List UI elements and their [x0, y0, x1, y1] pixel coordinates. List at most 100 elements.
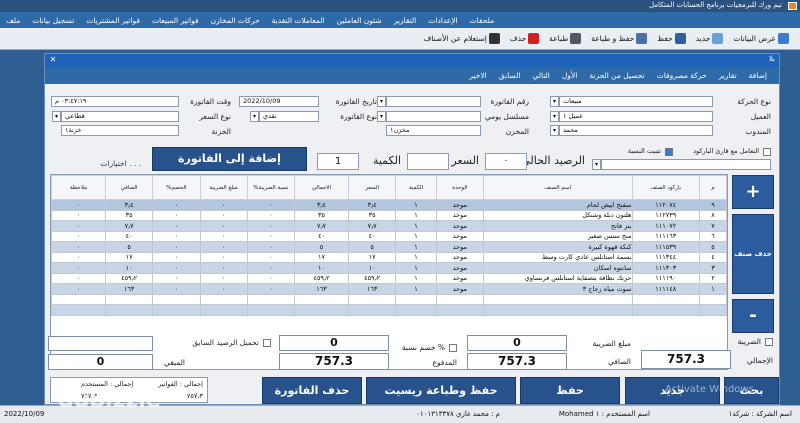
table-cell[interactable]: ٠ [51, 272, 106, 284]
table-cell[interactable]: ٣٥ [104, 209, 154, 221]
table-cell[interactable]: ١٠ [104, 262, 154, 274]
table-cell[interactable]: ٠ [152, 283, 201, 295]
table-cell[interactable] [483, 304, 633, 316]
table-row[interactable]: ٥ ١١١٥٣٩ كنكة قهوة كبيرة موحد ١ ٥ ٥ ٠ ٠ ٠ ٥ ٠ [51, 241, 727, 253]
prev-balance-checkbox[interactable] [263, 339, 271, 347]
table-cell[interactable]: ٠ [246, 209, 296, 221]
table-row[interactable]: ٩ ١١٢٠٧٤ سفنج ابيض لحام موحد ١ ٣٫٤ ٣٫٤ ٠ ٠ ٠ ٣٫٤ ٠ [51, 199, 727, 211]
table-cell[interactable]: ٣٥ [294, 209, 349, 221]
daily-serial-field[interactable] [386, 111, 481, 122]
table-cell[interactable] [51, 293, 106, 305]
table-cell[interactable] [104, 304, 154, 316]
table-cell[interactable]: ٠ [246, 262, 296, 274]
store-field[interactable]: مخزن١ [386, 125, 481, 136]
table-cell[interactable]: ٧٫٧ [294, 220, 349, 232]
rep-dropdown[interactable]: ▾ [550, 125, 559, 136]
menu-item-6[interactable]: شئون العاملين [331, 16, 388, 25]
table-cell[interactable] [347, 304, 397, 316]
table-cell[interactable]: ٠ [152, 272, 201, 284]
table-cell[interactable]: ٥ [699, 241, 727, 253]
close-icon[interactable]: ✕ [48, 55, 58, 65]
table-cell[interactable]: بسمة استانلس عادي كارت وسط [483, 251, 633, 263]
table-cell[interactable]: ٠ [51, 230, 106, 242]
table-cell[interactable]: ٣٫٤ [347, 199, 397, 211]
table-cell[interactable] [199, 304, 248, 316]
table-cell[interactable]: ٤٠ [347, 230, 397, 242]
table-cell[interactable]: حرنك نظافة بتصفاية استانلس فرنساوي [483, 272, 633, 284]
table-cell[interactable]: ٠ [246, 199, 296, 211]
add-to-invoice-button[interactable]: إضافة إلى الفاتورة [152, 147, 307, 171]
table-cell[interactable]: ١٧ [347, 251, 397, 263]
table-cell[interactable]: ٩ [699, 199, 727, 211]
table-cell[interactable]: ١١١٣٤٤ [631, 251, 700, 263]
table-row[interactable]: ٨ ١١٢٧٣٩ هلتون دبلة وشنكل موحد ١ ٣٥ ٣٥ ٠ ٠ ٠ ٣٥ ٠ [51, 209, 727, 221]
table-cell[interactable]: ٤٠ [104, 230, 154, 242]
table-cell[interactable]: سانتوه اسكان [483, 262, 633, 274]
table-cell[interactable]: ٠ [199, 283, 248, 295]
table-cell[interactable]: ٣٫٤ [104, 199, 154, 211]
table-cell[interactable]: ١٧ [104, 251, 154, 263]
table-cell[interactable]: موحد [435, 209, 485, 221]
table-cell[interactable]: كنكة قهوة كبيرة [483, 241, 633, 253]
table-cell[interactable]: ٠ [199, 230, 248, 242]
table-cell[interactable]: ٣ [699, 262, 727, 274]
table-cell[interactable]: ٠ [199, 262, 248, 274]
table-row[interactable]: ٤ ١١١٣٤٤ بسمة استانلس عادي كارت وسط موحد ١ ١٧… [51, 251, 727, 263]
table-cell[interactable]: منج سنس صغير [483, 230, 633, 242]
invoice-no-field[interactable] [386, 96, 481, 107]
table-cell[interactable] [631, 293, 700, 305]
table-cell[interactable]: ١١١٥٣٩ [631, 241, 700, 253]
menu-item-5[interactable]: المعاملات النقدية [266, 16, 331, 25]
invoice-time-field[interactable]: ٠٣:٤٧:١٩ م [51, 96, 179, 107]
treasury-field[interactable]: خزنة١ [61, 125, 179, 136]
menu-item-9[interactable]: ملحقات [464, 16, 500, 25]
table-cell[interactable] [246, 304, 296, 316]
table-cell[interactable]: ١ [395, 199, 437, 211]
invoice-type-field[interactable]: نقدي [259, 111, 319, 122]
table-cell[interactable] [395, 293, 437, 305]
table-cell[interactable]: موحد [435, 220, 485, 232]
table-cell[interactable]: ١ [395, 251, 437, 263]
table-cell[interactable]: ٠ [51, 262, 106, 274]
table-cell[interactable]: ٤٥٩٫٢ [347, 272, 397, 284]
table-cell[interactable]: ٥ [104, 241, 154, 253]
item-search-field[interactable] [601, 159, 771, 170]
table-cell[interactable]: ٠ [152, 220, 201, 232]
table-cell[interactable]: ٧٫٧ [104, 220, 154, 232]
table-cell[interactable]: ١١١١٦٣ [631, 230, 700, 242]
table-cell[interactable]: ٨ [699, 209, 727, 221]
table-cell[interactable]: ٠ [199, 209, 248, 221]
price-type-field[interactable]: قطاعي [61, 111, 179, 122]
table-cell[interactable]: ٠ [152, 230, 201, 242]
tab-0[interactable]: إضافة [743, 71, 773, 80]
table-cell[interactable]: ٠ [51, 283, 106, 295]
table-cell[interactable]: ١٧ [294, 251, 349, 263]
table-cell[interactable]: ٥ [347, 241, 397, 253]
table-cell[interactable]: ٠ [51, 199, 106, 211]
table-cell[interactable]: ١٦٣ [104, 283, 154, 295]
table-cell[interactable]: ٠ [152, 241, 201, 253]
paid-value[interactable]: 757.3 [279, 353, 389, 370]
table-cell[interactable]: ٠ [152, 262, 201, 274]
table-cell[interactable]: ١١٢٧٣٩ [631, 209, 700, 221]
table-cell[interactable]: ٠ [152, 209, 201, 221]
table-cell[interactable]: ٠ [152, 251, 201, 263]
toolbar-print-button[interactable]: طباعة [544, 33, 586, 44]
table-cell[interactable] [347, 293, 397, 305]
table-cell[interactable]: بنز فاتح [483, 220, 633, 232]
menu-item-2[interactable]: فواتير المشتريات [80, 16, 146, 25]
table-cell[interactable]: ١ [395, 241, 437, 253]
table-cell[interactable] [483, 293, 633, 305]
table-row[interactable] [51, 304, 727, 316]
table-cell[interactable]: ٣٥ [347, 209, 397, 221]
menu-item-8[interactable]: الإعدادات [422, 16, 463, 25]
table-cell[interactable]: موحد [435, 251, 485, 263]
table-cell[interactable] [435, 293, 485, 305]
movement-type-dropdown[interactable]: ▾ [550, 96, 559, 107]
table-cell[interactable]: ٦ [699, 230, 727, 242]
table-cell[interactable]: ٤٥٩٫٢ [104, 272, 154, 284]
table-cell[interactable]: ١ [395, 230, 437, 242]
table-cell[interactable] [152, 304, 201, 316]
toolbar-new-button[interactable]: جديد [691, 33, 729, 44]
table-cell[interactable] [246, 293, 296, 305]
